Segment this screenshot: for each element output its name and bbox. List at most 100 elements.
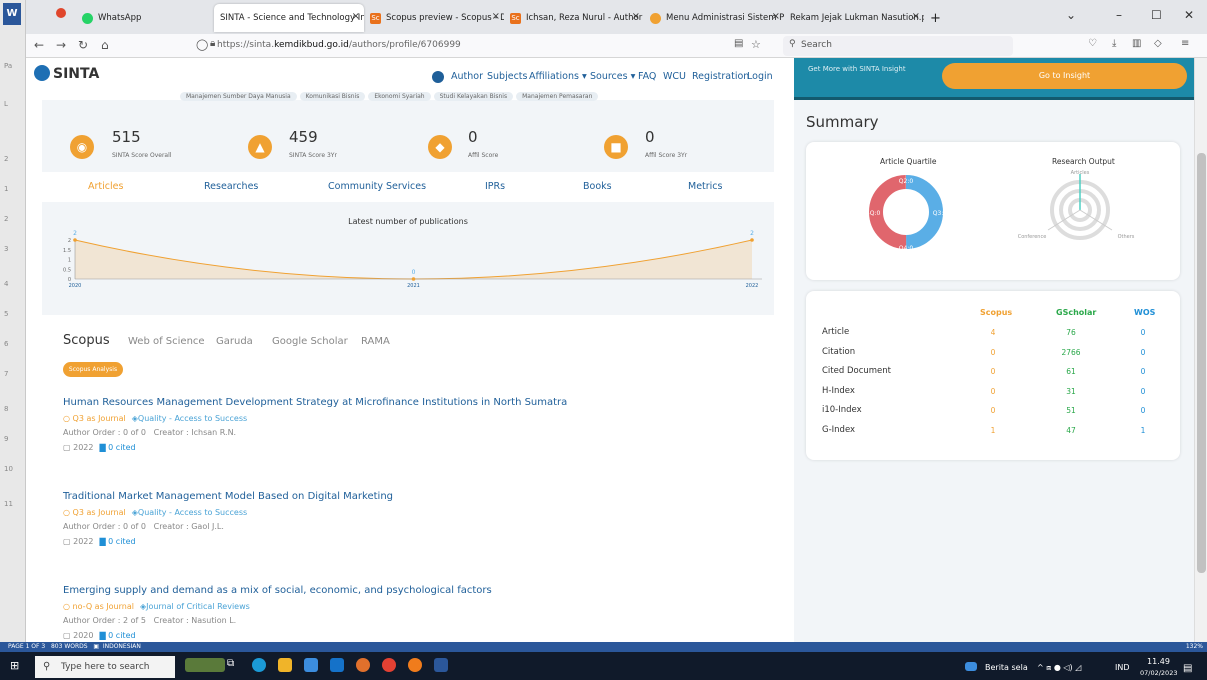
store-icon[interactable] <box>304 658 318 672</box>
cited-count[interactable]: 0 cited <box>108 443 135 452</box>
data-point[interactable] <box>750 238 754 242</box>
article-title[interactable]: Emerging supply and demand as a mix of s… <box>63 585 492 596</box>
article-title[interactable]: Traditional Market Management Model Base… <box>63 491 393 502</box>
nav-affiliations[interactable]: Affiliations ▾ <box>529 71 587 82</box>
tab-sinta[interactable]: SINTA - Science and Technology Ind × <box>214 4 364 32</box>
new-tab-button[interactable]: + <box>924 4 944 32</box>
language[interactable]: INDONESIAN <box>103 643 141 650</box>
tab-scopus-preview[interactable]: Sc Scopus preview - Scopus - Doc × <box>364 4 504 32</box>
page-scrollbar[interactable] <box>1194 58 1207 642</box>
close-icon[interactable]: × <box>492 11 500 22</box>
nav-author[interactable]: Author <box>451 71 483 82</box>
source-tab-google-scholar[interactable]: Google Scholar <box>272 336 348 347</box>
shield-icon[interactable]: ◯ <box>196 38 208 51</box>
back-icon[interactable]: ← <box>34 38 44 52</box>
reader-view-icon[interactable]: ▤ <box>734 38 743 49</box>
nav-login[interactable]: Login <box>747 71 773 82</box>
cited-count[interactable]: 0 cited <box>108 631 135 640</box>
search-input[interactable]: ⚲ Search <box>783 36 1013 56</box>
scrollbar-thumb[interactable] <box>1197 153 1206 573</box>
cited-count[interactable]: 0 cited <box>108 537 135 546</box>
tab-iprs[interactable]: IPRs <box>485 181 505 192</box>
word-count[interactable]: 803 WORDS <box>51 643 88 650</box>
source-tab-wos[interactable]: Web of Science <box>128 336 205 347</box>
nav-registration[interactable]: Registration <box>692 71 749 82</box>
firefox-menu-icon[interactable] <box>56 8 66 18</box>
source-tab-rama[interactable]: RAMA <box>361 336 390 347</box>
subject-tag[interactable]: Studi Kelayakan Bisnis <box>433 92 514 101</box>
nav-wcu[interactable]: WCU <box>663 71 686 82</box>
subject-tag[interactable]: Ekonomi Syariah <box>368 92 431 101</box>
source-tab-garuda[interactable]: Garuda <box>216 336 253 347</box>
pocket-icon[interactable]: ♡ <box>1088 38 1097 49</box>
minimize-icon[interactable]: – <box>1116 8 1122 22</box>
subject-tag[interactable]: Komunikasi Bisnis <box>299 92 366 101</box>
go-to-insight-button[interactable]: Go to Insight <box>942 63 1187 89</box>
tab-scopus-author[interactable]: ScIchsan, Reza Nurul - Author det× <box>504 4 644 32</box>
mail-icon[interactable] <box>330 658 344 672</box>
citation-icon: ▇ <box>99 537 106 546</box>
journal-link[interactable]: ◈Journal of Critical Reviews <box>140 602 250 611</box>
chrome-icon[interactable] <box>382 658 396 672</box>
nav-sources[interactable]: Sources ▾ <box>590 71 635 82</box>
clock-date[interactable]: 07/02/2023 <box>1140 669 1177 677</box>
account-icon[interactable]: ◇ <box>1154 38 1162 49</box>
tab-community-services[interactable]: Community Services <box>328 181 426 192</box>
close-window-icon[interactable]: ✕ <box>1184 8 1194 22</box>
tab-researches[interactable]: Researches <box>204 181 258 192</box>
tab-pdf[interactable]: Rekam Jejak Lukman Nasution.pdf × <box>784 4 924 32</box>
data-point[interactable] <box>411 277 416 281</box>
bookmark-star-icon[interactable]: ☆ <box>751 38 761 51</box>
tab-articles[interactable]: Articles <box>88 181 123 192</box>
forward-icon[interactable]: → <box>56 38 66 52</box>
maximize-icon[interactable]: ☐ <box>1151 8 1162 22</box>
library-icon[interactable]: ▥ <box>1132 38 1141 49</box>
edge-icon[interactable] <box>252 658 266 672</box>
search-icon: ⚲ <box>789 39 796 49</box>
nav-subjects[interactable]: Subjects <box>487 71 527 82</box>
journal-link[interactable]: ◈Quality - Access to Success <box>132 508 247 517</box>
tab-admin-menu[interactable]: Menu Administrasi Sistem Pen × <box>644 4 784 32</box>
download-icon[interactable]: ⤓ <box>1112 38 1116 49</box>
source-tab-scopus[interactable]: Scopus <box>63 333 110 348</box>
url-bar[interactable]: https://sinta.kemdikbud.go.id/authors/pr… <box>217 40 461 50</box>
sinta-logo[interactable]: SINTA <box>34 65 99 82</box>
proofing-icon[interactable]: ▣ <box>93 643 99 650</box>
chevron-down-icon[interactable]: ⌄ <box>1066 8 1076 22</box>
journal-link[interactable]: ◈Quality - Access to Success <box>132 414 247 423</box>
zoom-level[interactable]: 132% <box>1186 642 1203 652</box>
close-icon[interactable]: × <box>632 11 640 22</box>
metric-value: 0 <box>990 347 996 357</box>
tab-books[interactable]: Books <box>583 181 612 192</box>
subject-tag[interactable]: Manajemen Sumber Daya Manusia <box>180 92 297 101</box>
tab-metrics[interactable]: Metrics <box>688 181 722 192</box>
news-icon[interactable] <box>965 662 977 671</box>
weather-widget-icon[interactable] <box>185 658 225 672</box>
reload-icon[interactable]: ↻ <box>78 38 88 52</box>
file-explorer-icon[interactable] <box>278 658 292 672</box>
notification-icon[interactable]: ▤ <box>1183 663 1192 674</box>
close-icon[interactable]: × <box>352 11 360 22</box>
language-indicator[interactable]: IND <box>1115 663 1130 672</box>
scopus-analysis-button[interactable]: Scopus Analysis <box>63 362 123 377</box>
app-icon[interactable] <box>408 658 422 672</box>
data-point[interactable] <box>73 238 77 242</box>
nav-faq[interactable]: FAQ <box>638 71 656 82</box>
windows-start-icon[interactable]: ⊞ <box>10 659 19 672</box>
taskbar-search-input[interactable]: ⚲ Type here to search <box>35 656 175 678</box>
page-count[interactable]: PAGE 1 OF 3 <box>8 643 45 650</box>
tray-icons[interactable]: ^ ⧈ ● ◁) ◿ <box>1037 663 1081 673</box>
word-icon[interactable] <box>434 658 448 672</box>
task-view-icon[interactable]: ⧉ <box>227 658 241 672</box>
lock-icon[interactable]: 🔒︎ <box>210 38 215 49</box>
article-title[interactable]: Human Resources Management Development S… <box>63 397 567 408</box>
clock-time[interactable]: 11.49 <box>1147 657 1170 666</box>
subject-tag[interactable]: Manajemen Pemasaran <box>516 92 599 101</box>
home-icon[interactable]: ⌂ <box>101 38 109 52</box>
news-text[interactable]: Berita sela <box>985 663 1028 672</box>
close-icon[interactable]: × <box>772 11 780 22</box>
tab-whatsapp[interactable]: WhatsApp× <box>76 4 226 32</box>
firefox-icon[interactable] <box>356 658 370 672</box>
close-icon[interactable]: × <box>912 11 920 22</box>
menu-icon[interactable]: ≡ <box>1181 38 1189 49</box>
